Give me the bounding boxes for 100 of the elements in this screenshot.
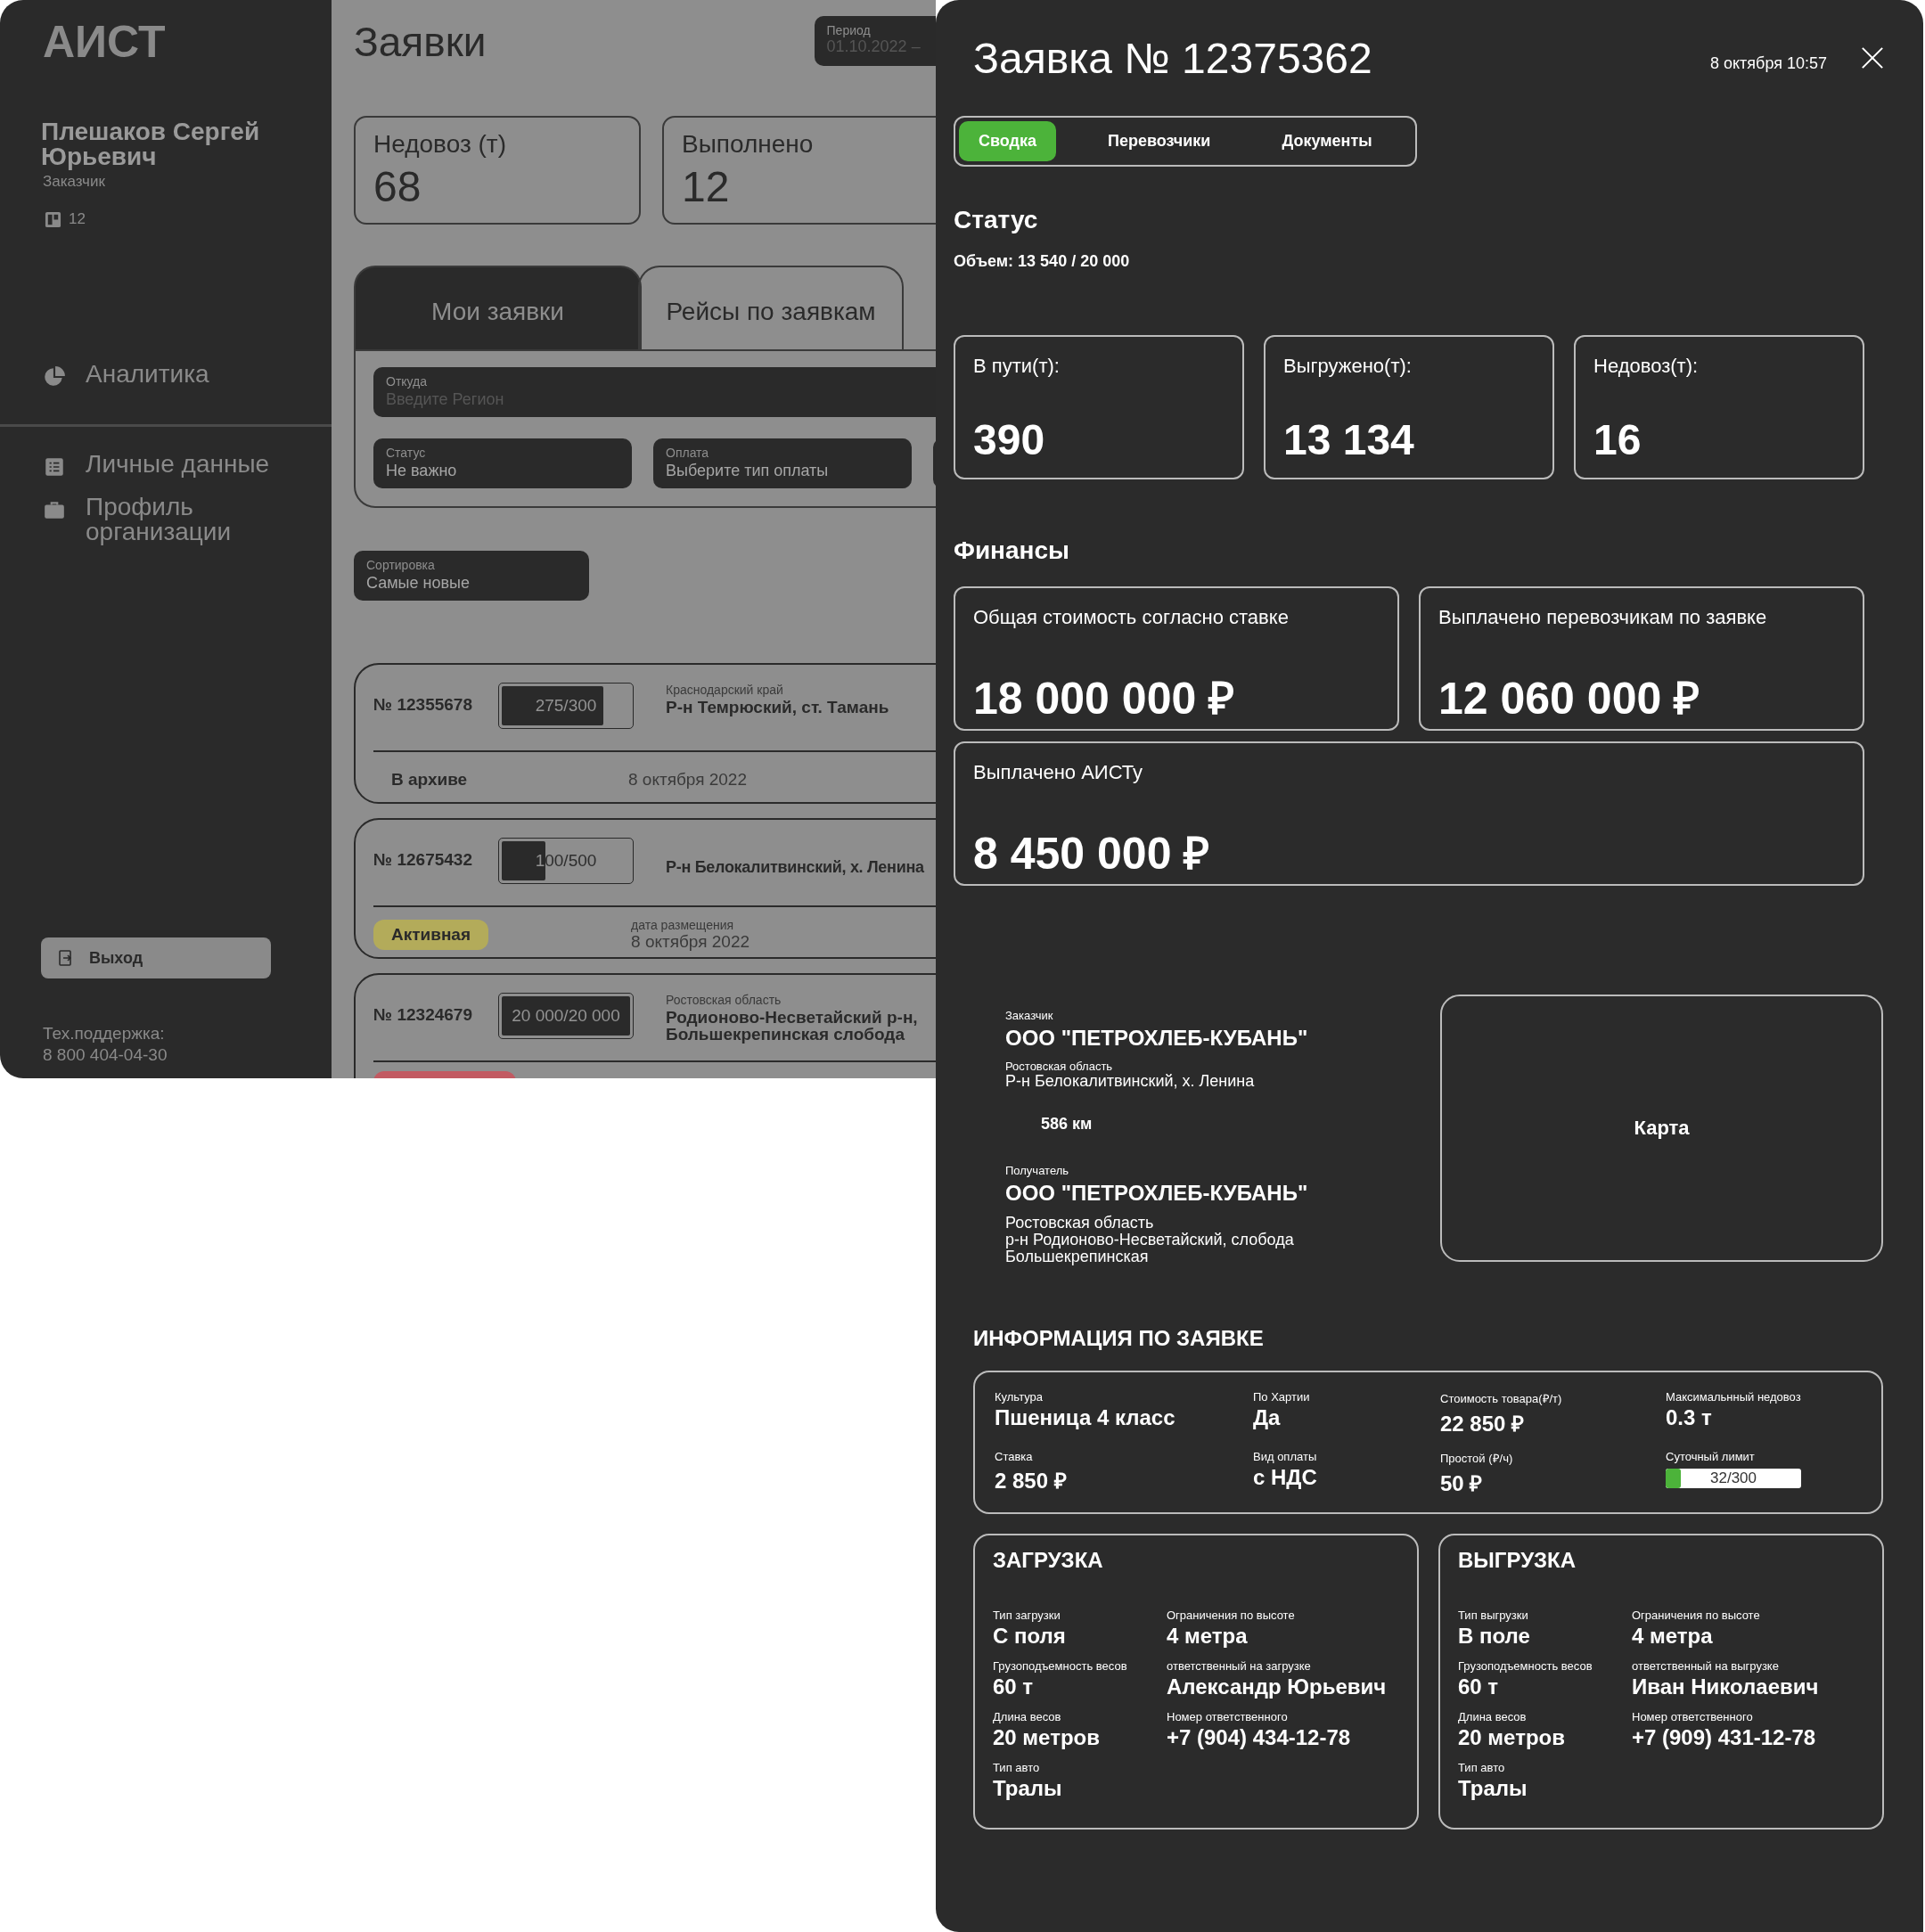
region-label: Ростовская область [1005,1215,1154,1232]
field-value: 2 850 ₽ [995,1468,1067,1494]
stat-value: 68 [373,162,422,211]
nav-item[interactable]: Личные данные [43,452,283,479]
stat-label: Выгружено(т): [1283,355,1412,378]
field-label: Тип авто [1458,1761,1505,1774]
sort-field[interactable]: Сортировка Самые новые [354,551,589,601]
section-heading: Статус [954,206,1038,234]
region-label: Краснодарский край [666,683,783,697]
tab[interactable]: Мои заявки [354,266,642,351]
finance-value: 18 000 000 ₽ [973,673,1235,725]
order-address: Родионово-Несветайский р-н, Большекрепинская слобода [666,1009,919,1043]
stat-value: 13 134 [1283,415,1414,464]
field-label: Максимальнный недовоз [1666,1390,1801,1404]
stat-value: 390 [973,415,1045,464]
logout-button[interactable]: Выход [41,937,271,978]
user-name: Плешаков Сергей Юрьевич [41,119,261,169]
logo: АИСТ [43,16,166,68]
field-value: Иван Николаевич [1632,1674,1819,1699]
stat-label: Недовоз (т) [373,130,506,159]
order-status: В архиве [390,769,469,790]
stat-label: В пути(т): [973,355,1060,378]
field-value: 0.3 т [1666,1405,1712,1430]
order-status: Активная [373,920,489,950]
pie-chart-icon [43,365,66,389]
field-value: 60 т [1458,1674,1499,1699]
field-label: Ставка [995,1450,1033,1463]
field-value: 4 метра [1632,1624,1713,1649]
finance-value: 8 450 000 ₽ [973,828,1210,880]
volume-text: 275/300 [535,696,597,716]
region-label: Ростовская область [1005,1060,1113,1073]
tab[interactable]: Документы [1262,121,1392,161]
field-label: Грузоподъемность весов [993,1659,1127,1673]
order-date: 8 октября 2022 [631,932,750,952]
order-card[interactable]: № 12355678 275/300 Краснодарский край Р-н Темрюский, ст. Тамань В архиве 8 октября 2022 [354,663,936,804]
company-name: ООО "ПЕТРОХЛЕБ-КУБАНЬ" [1005,1026,1308,1051]
close-icon[interactable] [1861,46,1884,70]
support-label: Тех.поддержка: [43,1023,165,1044]
page-title: Заявки [354,18,487,66]
field-value: Да [1253,1405,1281,1430]
nav-item[interactable]: Профиль организации [43,495,283,544]
field-value: +7 (904) 434-12-78 [1167,1725,1351,1750]
card-title: ЗАГРУЗКА [993,1548,1104,1573]
field-label: Тип выгрузки [1458,1609,1528,1622]
order-date: 8 октября 10:57 [1710,53,1827,73]
stat-label: Недовоз(т): [1593,355,1699,378]
field-label: Длина весов [993,1710,1061,1723]
field-value: 20 метров [1458,1725,1565,1750]
field-value: 50 ₽ [1440,1470,1483,1497]
field-label: ответственный на выгрузке [1632,1659,1779,1673]
customer-label: Заказчик [1005,1009,1053,1022]
field-label: Вид оплаты [1253,1450,1317,1463]
map-label: Карта [1634,1117,1690,1140]
field-label: Номер ответственного [1167,1710,1288,1723]
address-text: Р-н Белокалитвинский, х. Ленина [1005,1073,1255,1090]
filter-field[interactable]: Статус Не важно [373,438,632,488]
stat-value: 16 [1593,415,1642,464]
field-value: 60 т [993,1674,1034,1699]
limit-text: 32/300 [1710,1469,1757,1487]
card-title: ВЫГРУЗКА [1458,1548,1577,1573]
address-text: р-н Родионово-Несветайский, слобода Большекрепинская [1005,1232,1295,1265]
field-label: Стоимость товара(₽/т) [1440,1391,1562,1406]
distance-text: 586 км [1041,1115,1093,1134]
panel-title: Заявка № 12375362 [973,33,1372,83]
finance-value: 12 060 000 ₽ [1438,673,1700,725]
field-value: 4 метра [1167,1624,1248,1649]
field-label: Культура [995,1390,1044,1404]
field-label: По Хартии [1253,1390,1310,1404]
finance-label: Выплачено АИСТу [973,761,1143,784]
order-address: Р-н Белокалитвинский, х. Ленина [666,859,925,876]
field-value: +7 (909) 431-12-78 [1632,1725,1816,1750]
stat-label: Выполнено [682,130,814,159]
order-count: 12 [69,210,86,228]
field-value: с НДС [1253,1465,1317,1490]
date-label: дата размещения [631,918,734,932]
document-icon [43,455,66,479]
nav-item[interactable]: Аналитика [43,362,283,389]
field-label: Простой (₽/ч) [1440,1451,1513,1466]
field-label: Номер ответственного [1632,1710,1753,1723]
order-number: № 12675432 [373,850,473,870]
field-value: Тралы [993,1776,1062,1801]
finance-label: Общая стоимость согласно ставке [973,606,1289,629]
recipient-label: Получатель [1005,1164,1069,1177]
filter-field[interactable]: Оплата Выберите тип оплаты [653,438,912,488]
region-label: Ростовская область [666,993,782,1007]
field-label: Тип авто [993,1761,1040,1774]
support-phone: 8 800 404-04-30 [43,1044,168,1066]
field-label: Ограничения по высоте [1632,1609,1760,1622]
section-heading: Финансы [954,536,1069,565]
field-label: Грузоподъемность весов [1458,1659,1593,1673]
finance-label: Выплачено перевозчикам по заявке [1438,606,1767,629]
field-value: Пшеница 4 класс [995,1405,1175,1430]
user-role: Заказчик [43,173,105,191]
company-name: ООО "ПЕТРОХЛЕБ-КУБАНЬ" [1005,1181,1308,1206]
field-label: Тип загрузки [993,1609,1061,1622]
tab[interactable]: Перевозчики [1088,121,1231,161]
field-label: ответственный на загрузке [1167,1659,1311,1673]
order-number: № 12355678 [373,695,473,715]
field-label: Ограничения по высоте [1167,1609,1295,1622]
tab[interactable]: Сводка [959,121,1057,161]
